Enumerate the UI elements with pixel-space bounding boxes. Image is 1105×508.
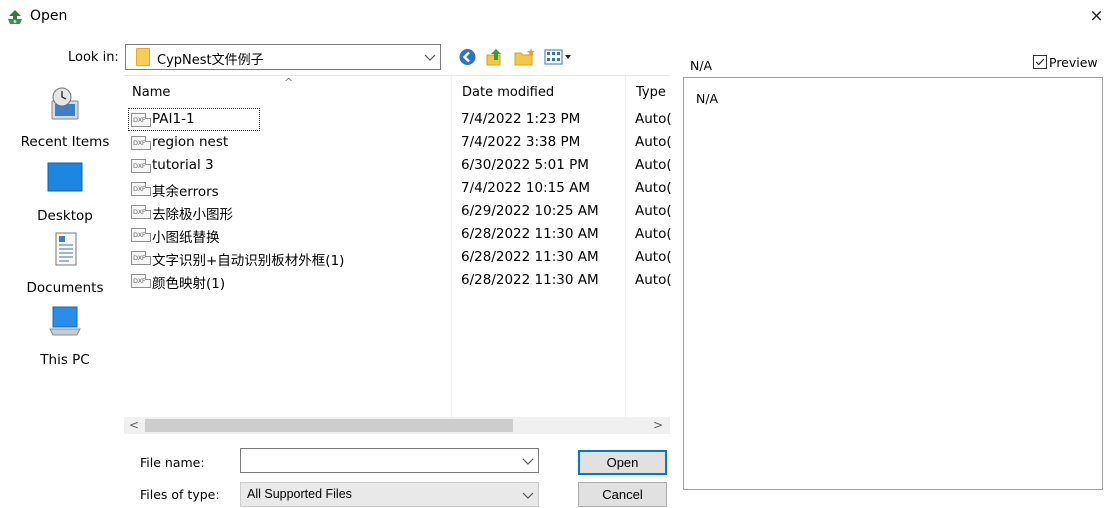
- file-row[interactable]: DXF region nest 7/4/2022 3:38 PM Auto(: [128, 132, 671, 154]
- file-row[interactable]: DXF 其余errors 7/4/2022 10:15 AM Auto(: [128, 178, 671, 200]
- dxf-file-icon: DXF: [131, 159, 151, 173]
- file-date: 6/30/2022 5:01 PM: [461, 157, 589, 173]
- file-row[interactable]: DXF tutorial 3 6/30/2022 5:01 PM Auto(: [128, 155, 671, 177]
- file-type: Auto(: [635, 111, 671, 127]
- places-bar: Recent Items Desktop Documents This PC: [10, 75, 122, 505]
- place-desktop[interactable]: Desktop: [10, 159, 120, 229]
- preview-checkbox-label[interactable]: Preview: [1049, 55, 1098, 70]
- place-label: Desktop: [37, 208, 93, 224]
- dxf-file-icon: DXF: [131, 228, 151, 242]
- cancel-button[interactable]: Cancel: [578, 482, 667, 507]
- file-date: 7/4/2022 1:23 PM: [461, 111, 581, 127]
- file-date: 7/4/2022 3:38 PM: [461, 134, 581, 150]
- place-label: This PC: [40, 352, 90, 368]
- file-name-combo[interactable]: [240, 448, 539, 473]
- file-type-value: All Supported Files: [247, 487, 352, 501]
- folder-icon: [136, 48, 150, 66]
- file-date: 6/29/2022 10:25 AM: [461, 203, 599, 219]
- column-header-name[interactable]: Name: [132, 85, 170, 100]
- file-name-input[interactable]: [243, 451, 515, 470]
- place-documents[interactable]: Documents: [10, 231, 120, 301]
- file-name: 文字识别+自动识别板材外框(1): [152, 253, 345, 269]
- dxf-file-icon: DXF: [131, 251, 151, 265]
- file-name: 去除极小图形: [152, 207, 233, 223]
- file-date: 6/28/2022 11:30 AM: [461, 226, 599, 242]
- sort-ascending-icon: ^: [284, 76, 294, 89]
- file-name: 其余errors: [152, 184, 219, 200]
- file-date: 7/4/2022 10:15 AM: [461, 180, 591, 196]
- chevron-down-icon[interactable]: [521, 451, 535, 471]
- preview-pane-text: N/A: [696, 91, 719, 106]
- file-row[interactable]: DXF 文字识别+自动识别板材外框(1) 6/28/2022 11:30 AM …: [128, 247, 671, 269]
- file-name: 颜色映射(1): [152, 276, 226, 292]
- preview-checkbox[interactable]: [1033, 55, 1047, 69]
- file-name: region nest: [152, 134, 229, 150]
- horizontal-scrollbar[interactable]: < >: [124, 417, 670, 434]
- preview-pane: N/A: [683, 77, 1103, 490]
- file-type: Auto(: [635, 249, 671, 265]
- chevron-down-icon: [522, 492, 534, 499]
- up-folder-icon[interactable]: [486, 47, 503, 67]
- file-date: 6/28/2022 11:30 AM: [461, 249, 599, 265]
- file-type: Auto(: [635, 226, 671, 242]
- file-name: tutorial 3: [152, 157, 214, 173]
- scroll-right-icon[interactable]: >: [652, 417, 664, 434]
- file-type: Auto(: [635, 134, 671, 150]
- open-button[interactable]: Open: [578, 450, 667, 475]
- window-title: Open: [30, 8, 68, 24]
- file-type: Auto(: [635, 203, 671, 219]
- views-menu-icon[interactable]: [544, 47, 574, 67]
- dxf-file-icon: DXF: [131, 136, 151, 150]
- look-in-dropdown[interactable]: CypNest文件例子: [125, 44, 441, 70]
- column-header-date[interactable]: Date modified: [462, 85, 554, 100]
- chevron-down-icon: [424, 54, 436, 61]
- place-label: Documents: [26, 280, 104, 296]
- file-row[interactable]: DXF PAI1-1 7/4/2022 1:23 PM Auto(: [128, 108, 671, 131]
- documents-icon: [55, 232, 77, 266]
- file-type-label: Files of type:: [140, 487, 220, 502]
- this-pc-icon: [49, 306, 81, 336]
- column-header-type[interactable]: Type: [636, 85, 666, 100]
- file-row[interactable]: DXF 颜色映射(1) 6/28/2022 11:30 AM Auto(: [128, 270, 671, 292]
- place-label: Recent Items: [20, 134, 110, 150]
- app-icon: [8, 10, 22, 24]
- file-type: Auto(: [635, 180, 671, 196]
- preview-info-label: N/A: [690, 58, 713, 73]
- file-name: 小图纸替换: [152, 230, 220, 246]
- dxf-file-icon: DXF: [131, 205, 151, 219]
- look-in-label: Look in:: [68, 50, 119, 65]
- file-type-dropdown[interactable]: All Supported Files: [240, 482, 539, 507]
- new-folder-icon[interactable]: [514, 47, 536, 67]
- file-type: Auto(: [635, 272, 671, 288]
- place-this-pc[interactable]: This PC: [10, 303, 120, 373]
- file-name-label: File name:: [140, 455, 205, 470]
- back-icon[interactable]: [458, 47, 477, 67]
- scrollbar-thumb[interactable]: [145, 419, 513, 432]
- title-bar: Open ×: [0, 0, 1105, 34]
- file-row[interactable]: DXF 小图纸替换 6/28/2022 11:30 AM Auto(: [128, 224, 671, 246]
- scroll-left-icon[interactable]: <: [128, 417, 140, 434]
- file-row[interactable]: DXF 去除极小图形 6/29/2022 10:25 AM Auto(: [128, 201, 671, 223]
- recent-items-icon: [51, 87, 79, 120]
- close-button[interactable]: ×: [1088, 6, 1105, 26]
- dxf-file-icon: DXF: [131, 274, 151, 288]
- file-date: 6/28/2022 11:30 AM: [461, 272, 599, 288]
- dxf-file-icon: DXF: [131, 182, 151, 196]
- file-list[interactable]: ^ Name Date modified Type DXF PAI1-1 7/4…: [124, 75, 671, 421]
- look-in-value: CypNest文件例子: [157, 53, 264, 68]
- desktop-icon: [47, 162, 83, 192]
- dxf-file-icon: DXF: [131, 113, 151, 127]
- place-recent-items[interactable]: Recent Items: [10, 85, 120, 155]
- file-type: Auto(: [635, 157, 671, 173]
- file-name: PAI1-1: [152, 111, 195, 127]
